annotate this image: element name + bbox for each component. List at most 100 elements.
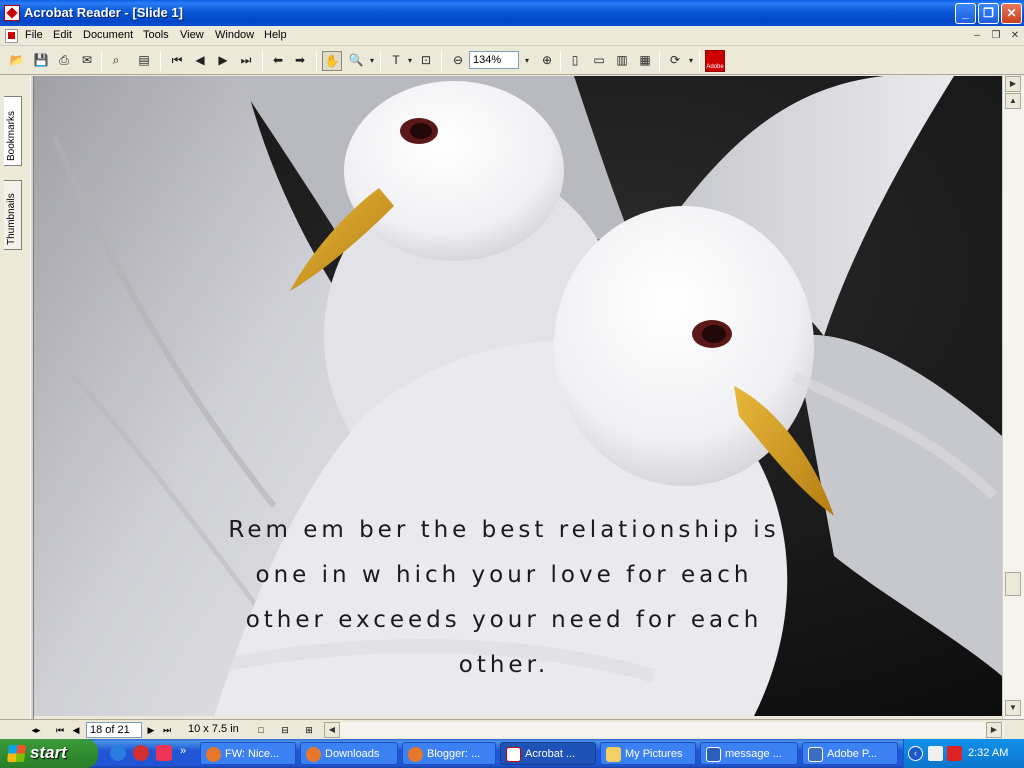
scroll-left-icon[interactable]: ◀: [324, 722, 340, 738]
horizontal-scrollbar[interactable]: ◀ ▶: [324, 722, 1004, 738]
task-label: Blogger: ...: [427, 748, 481, 760]
zoom-input[interactable]: 134%: [469, 51, 519, 69]
document-view[interactable]: Rem em ber the best relationship is one …: [34, 76, 1002, 716]
show-hide-navigation-icon[interactable]: ▤: [134, 51, 154, 71]
snapshot-tool-icon[interactable]: ⊡: [416, 51, 436, 71]
quote-line-3: other exceeds your need for each: [245, 607, 763, 633]
quicklaunch-expand-icon[interactable]: »: [180, 745, 190, 761]
tray-collapse-icon[interactable]: ‹: [908, 746, 923, 761]
status-nav-toggle-icon[interactable]: ◂▸: [30, 723, 42, 737]
task-my-pictures[interactable]: My Pictures: [600, 742, 696, 765]
doc-restore-button[interactable]: ❐: [989, 29, 1003, 43]
page-number-input[interactable]: 18 of 21: [86, 722, 142, 738]
tray-mail-icon[interactable]: [928, 746, 943, 761]
rotate-dropdown-icon[interactable]: ▾: [686, 51, 696, 71]
document-menu-icon[interactable]: [5, 29, 18, 43]
status-last-page-icon[interactable]: ⏭: [161, 723, 173, 737]
task-fw-nice[interactable]: FW: Nice...: [200, 742, 296, 765]
task-label: Downloads: [325, 748, 380, 760]
previous-page-icon[interactable]: ◀: [190, 51, 210, 71]
internet-explorer-icon[interactable]: [110, 745, 126, 761]
vertical-scrollbar[interactable]: ▶ ▲ ▼: [1002, 76, 1024, 719]
first-page-icon[interactable]: ⏮: [167, 51, 187, 71]
task-downloads[interactable]: Downloads: [300, 742, 398, 765]
scroll-down-icon[interactable]: ▼: [1005, 700, 1021, 716]
hand-tool-icon[interactable]: ✋: [322, 51, 342, 71]
next-page-icon[interactable]: ▶: [213, 51, 233, 71]
menu-window[interactable]: Window: [215, 29, 254, 41]
text-tool-dropdown-icon[interactable]: ▾: [405, 51, 415, 71]
task-blogger[interactable]: Blogger: ...: [402, 742, 496, 765]
status-previous-page-icon[interactable]: ◀: [70, 723, 82, 737]
task-label: FW: Nice...: [225, 748, 280, 760]
menu-help[interactable]: Help: [264, 29, 287, 41]
tray-acrobat-icon[interactable]: [947, 746, 962, 761]
quicklaunch-messenger-icon[interactable]: [156, 745, 172, 761]
task-message[interactable]: message ...: [700, 742, 798, 765]
acrobat-icon: [506, 747, 521, 762]
text-select-tool-icon[interactable]: T: [386, 51, 406, 71]
menu-view[interactable]: View: [180, 29, 204, 41]
task-acrobat[interactable]: Acrobat ...: [500, 742, 596, 765]
start-label: start: [30, 743, 67, 762]
go-forward-icon[interactable]: ➡: [290, 51, 310, 71]
zoom-in-icon[interactable]: ⊕: [537, 51, 557, 71]
go-back-icon[interactable]: ⬅: [268, 51, 288, 71]
vertical-scroll-thumb[interactable]: [1005, 572, 1021, 596]
quote-line-4: other.: [458, 652, 550, 678]
quote-line-1: Rem em ber the best relationship is: [228, 517, 780, 543]
adobe-photoshop-icon: [808, 747, 823, 762]
zoom-in-tool-icon[interactable]: 🔍: [346, 51, 366, 71]
thumbnails-tab-label: Thumbnails: [6, 193, 17, 245]
rotate-view-icon[interactable]: ⟳: [665, 51, 685, 71]
open-icon[interactable]: 📂: [7, 51, 27, 71]
status-next-page-icon[interactable]: ▶: [145, 723, 157, 737]
scroll-right-icon[interactable]: ▶: [986, 722, 1002, 738]
status-first-page-icon[interactable]: ⏮: [54, 723, 66, 737]
task-adobe-photoshop[interactable]: Adobe P...: [802, 742, 898, 765]
restore-button[interactable]: ❐: [978, 3, 999, 24]
close-button[interactable]: ✕: [1001, 3, 1022, 24]
slide-quote: Rem em ber the best relationship is one …: [214, 508, 794, 688]
doc-close-button[interactable]: ✕: [1008, 29, 1022, 43]
tab-thumbnails[interactable]: Thumbnails: [4, 180, 22, 250]
menu-tools[interactable]: Tools: [143, 29, 169, 41]
task-label: message ...: [725, 748, 782, 760]
firefox-icon: [206, 747, 221, 762]
doc-minimize-button[interactable]: –: [970, 29, 984, 43]
slide-page: Rem em ber the best relationship is one …: [34, 76, 1002, 716]
zoom-dropdown-icon[interactable]: ▾: [522, 51, 532, 71]
last-page-icon[interactable]: ⏭: [236, 51, 256, 71]
menu-edit[interactable]: Edit: [53, 29, 72, 41]
fit-width-icon[interactable]: ▥: [612, 51, 632, 71]
window-title: Acrobat Reader - [Slide 1]: [24, 5, 183, 20]
menu-file[interactable]: File: [25, 29, 43, 41]
fit-page-icon[interactable]: ▭: [589, 51, 609, 71]
minimize-button[interactable]: _: [955, 3, 976, 24]
adobe-logo-icon[interactable]: Adobe: [705, 50, 725, 72]
scroll-up-icon[interactable]: ▲: [1005, 93, 1021, 109]
firefox-icon: [408, 747, 423, 762]
zoom-out-icon[interactable]: ⊖: [448, 51, 468, 71]
zoom-tool-dropdown-icon[interactable]: ▾: [367, 51, 377, 71]
save-icon[interactable]: 💾: [31, 51, 51, 71]
reflow-icon[interactable]: ▦: [635, 51, 655, 71]
system-tray: ‹ 2:32 AM: [903, 739, 1024, 768]
page-size-label: 10 x 7.5 in: [188, 723, 239, 735]
print-icon[interactable]: ⎙: [54, 51, 74, 71]
single-page-icon[interactable]: □: [255, 723, 267, 737]
quicklaunch-app-icon[interactable]: [133, 745, 149, 761]
start-button[interactable]: start: [0, 739, 98, 768]
task-label: Adobe P...: [827, 748, 877, 760]
continuous-facing-icon[interactable]: ⊞: [303, 723, 315, 737]
email-icon[interactable]: ✉: [77, 51, 97, 71]
actual-size-icon[interactable]: ▯: [565, 51, 585, 71]
word-icon: [706, 747, 721, 762]
menu-document[interactable]: Document: [83, 29, 133, 41]
search-icon[interactable]: ⌕: [106, 51, 126, 71]
tab-bookmarks[interactable]: Bookmarks: [4, 96, 22, 166]
continuous-icon[interactable]: ⊟: [279, 723, 291, 737]
scroll-right-tab-icon[interactable]: ▶: [1005, 76, 1021, 92]
title-bar: Acrobat Reader - [Slide 1] _ ❐ ✕: [0, 0, 1024, 26]
acrobat-app-icon[interactable]: [4, 5, 20, 21]
